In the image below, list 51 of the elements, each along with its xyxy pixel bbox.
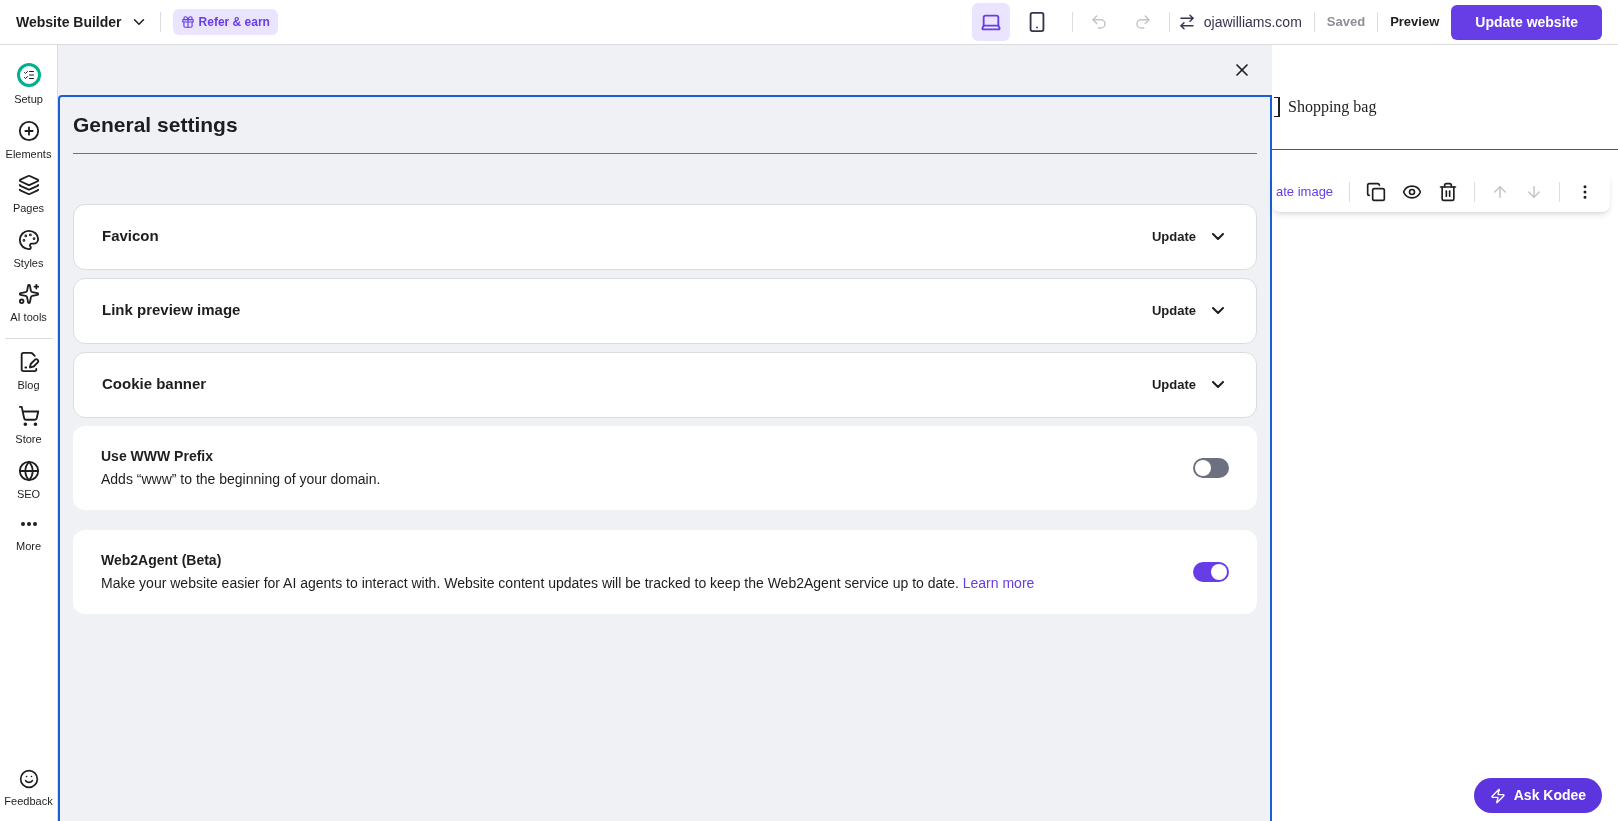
feedback-button[interactable]: Feedback bbox=[4, 768, 53, 809]
setting-description: Adds “www” to the beginning of your domain. bbox=[101, 469, 382, 489]
update-button[interactable]: Update bbox=[1151, 374, 1228, 395]
swap-icon[interactable] bbox=[1177, 13, 1196, 31]
plus-circle-icon bbox=[17, 119, 40, 142]
section-title: Cookie banner bbox=[102, 374, 208, 395]
update-button[interactable]: Update bbox=[1151, 300, 1228, 321]
accordion-card[interactable]: Cookie banner Update bbox=[73, 351, 1257, 418]
refer-button[interactable]: Refer & earn bbox=[172, 9, 278, 35]
saved-status: Saved bbox=[1326, 13, 1366, 32]
panel-title: General settings bbox=[73, 97, 1257, 154]
smile-icon bbox=[18, 768, 39, 789]
toggle-switch[interactable] bbox=[1193, 561, 1229, 582]
sidebar-item[interactable]: Blog bbox=[0, 344, 57, 399]
redo-icon bbox=[1133, 13, 1152, 31]
accordion-card[interactable]: Link preview image Update bbox=[73, 277, 1257, 344]
layers-icon bbox=[17, 174, 40, 196]
update-image-link[interactable]: ate image bbox=[1276, 182, 1334, 202]
ask-kodee-button[interactable]: Ask Kodee bbox=[1473, 778, 1603, 813]
app-menu[interactable]: Website Builder bbox=[16, 11, 148, 33]
update-button[interactable]: Update bbox=[1151, 226, 1228, 247]
checklist-icon bbox=[16, 63, 41, 87]
sidebar-item[interactable]: More bbox=[0, 508, 57, 561]
view-toggle[interactable] bbox=[971, 3, 1010, 41]
domain-text: ojawilliams.com bbox=[1203, 12, 1302, 32]
copy-icon[interactable] bbox=[1366, 182, 1387, 202]
section-title: Favicon bbox=[102, 226, 160, 247]
toggle-switch[interactable] bbox=[1193, 457, 1229, 478]
trash-icon[interactable] bbox=[1438, 182, 1459, 202]
accordion-card[interactable]: Favicon Update bbox=[73, 203, 1257, 270]
setting-title: Web2Agent (Beta) bbox=[101, 550, 223, 570]
palette-icon bbox=[17, 228, 40, 251]
setting-description: Make your website easier for AI agents to interact with. Website content updates will be tracked to keep the Web2Agent service up to date. Learn more bbox=[101, 573, 1036, 593]
cart-icon bbox=[17, 405, 40, 427]
gift-icon bbox=[180, 15, 195, 29]
sidebar-item[interactable]: Elements bbox=[0, 113, 57, 168]
undo-icon bbox=[1089, 13, 1108, 31]
sidebar-item[interactable]: AI tools bbox=[0, 277, 57, 332]
sidebar-item[interactable]: Setup bbox=[0, 57, 57, 114]
sidebar-item[interactable]: Styles bbox=[0, 222, 57, 277]
sidebar-item[interactable]: Store bbox=[0, 399, 57, 454]
update-website-button[interactable]: Update website bbox=[1451, 4, 1602, 40]
setting-title: Use WWW Prefix bbox=[101, 446, 214, 466]
section-title: Link preview image bbox=[102, 300, 242, 321]
sidebar-item[interactable]: SEO bbox=[0, 453, 57, 508]
learn-more-link[interactable]: Learn more bbox=[962, 574, 1035, 591]
preview-button[interactable]: Preview bbox=[1390, 12, 1440, 32]
sparkles-icon bbox=[17, 283, 40, 305]
eye-icon[interactable] bbox=[1402, 182, 1423, 202]
more-icon bbox=[20, 522, 37, 526]
sidebar-item[interactable]: Pages bbox=[0, 168, 57, 223]
